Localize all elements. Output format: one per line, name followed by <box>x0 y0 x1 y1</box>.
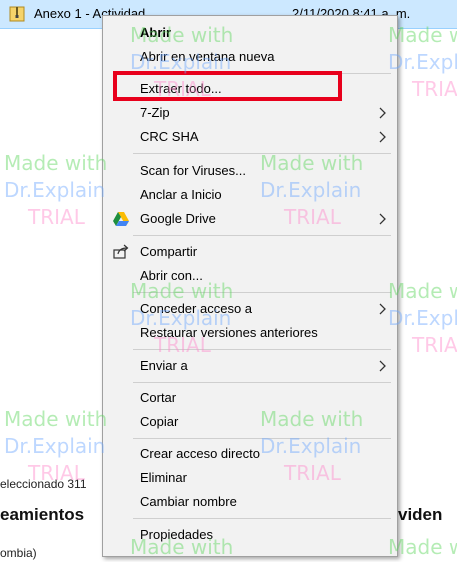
menu-separator <box>133 349 391 350</box>
menu-item-label: Propiedades <box>140 527 213 542</box>
menu-separator <box>133 292 391 293</box>
menu-item-label: Crear acceso directo <box>140 446 260 461</box>
menu-separator <box>133 153 391 154</box>
menu-item-properties[interactable]: Propiedades <box>103 523 397 547</box>
highlight-box <box>113 71 342 101</box>
watermark-line: Made with <box>4 407 108 431</box>
menu-item-delete[interactable]: Eliminar <box>103 466 397 490</box>
chevron-right-icon <box>379 213 386 225</box>
menu-item-label: 7-Zip <box>140 105 170 120</box>
menu-item-label: Abrir con... <box>140 268 203 283</box>
watermark-line: TRIAL <box>28 205 85 229</box>
status-selected-count: eleccionado 311 <box>0 477 87 491</box>
watermark-line: Dr.Explain <box>4 434 106 458</box>
menu-item-label: Cortar <box>140 390 177 405</box>
menu-separator <box>133 518 391 519</box>
menu-item-label: Copiar <box>140 414 179 429</box>
menu-item-label: Enviar a <box>140 358 188 373</box>
chevron-right-icon <box>379 131 386 143</box>
watermark: Made with Dr.Explain TRIAL <box>4 406 107 487</box>
menu-item-google-drive[interactable]: Google Drive <box>103 207 397 231</box>
menu-item-crc-sha[interactable]: CRC SHA <box>103 125 397 149</box>
menu-separator <box>133 235 391 236</box>
watermark: Made with Dr.Explain TRIAL <box>4 150 107 231</box>
watermark-line: Made with <box>4 151 108 175</box>
background-document-heading: eamientos <box>0 505 85 524</box>
menu-separator <box>133 438 391 439</box>
watermark: Made with <box>388 534 457 561</box>
menu-item-label: Restaurar versiones anteriores <box>140 325 318 340</box>
watermark-line: Made with <box>388 279 457 303</box>
watermark-line: TRIAL <box>412 333 457 357</box>
share-icon <box>113 244 129 259</box>
menu-item-label: Abrir en ventana nueva <box>140 49 275 64</box>
google-drive-icon <box>113 212 129 226</box>
menu-item-open-with[interactable]: Abrir con... <box>103 264 397 288</box>
menu-item-open[interactable]: Abrir <box>103 21 397 45</box>
menu-item-label: Scan for Viruses... <box>140 163 246 178</box>
menu-item-open-new-window[interactable]: Abrir en ventana nueva <box>103 45 397 69</box>
menu-separator <box>133 382 391 383</box>
watermark: Made with Dr.Explain TRIAL <box>388 278 457 359</box>
chevron-right-icon <box>379 303 386 315</box>
menu-item-label: Google Drive <box>140 211 216 226</box>
watermark-line: Dr.Explain <box>388 306 457 330</box>
watermark-line: Made with <box>388 535 457 559</box>
menu-item-cut[interactable]: Cortar <box>103 386 397 410</box>
zip-folder-icon <box>9 6 25 22</box>
menu-item-copy[interactable]: Copiar <box>103 410 397 434</box>
menu-item-create-shortcut[interactable]: Crear acceso directo <box>103 442 397 466</box>
menu-item-label: Abrir <box>140 25 172 40</box>
background-footer-text: ombia) <box>0 546 37 560</box>
menu-item-share[interactable]: Compartir <box>103 240 397 264</box>
watermark-line: Dr.Explain <box>388 50 457 74</box>
menu-item-label: CRC SHA <box>140 129 199 144</box>
menu-item-pin-start[interactable]: Anclar a Inicio <box>103 183 397 207</box>
watermark: Made with Dr.Explain TRIAL <box>388 22 457 103</box>
watermark-line: TRIAL <box>412 77 457 101</box>
menu-item-label: Eliminar <box>140 470 187 485</box>
watermark-line: Dr.Explain <box>4 178 106 202</box>
menu-item-send-to[interactable]: Enviar a <box>103 354 397 378</box>
menu-item-restore-versions[interactable]: Restaurar versiones anteriores <box>103 321 397 345</box>
menu-item-label: Cambiar nombre <box>140 494 237 509</box>
menu-item-7zip[interactable]: 7-Zip <box>103 101 397 125</box>
chevron-right-icon <box>379 360 386 372</box>
menu-item-scan-viruses[interactable]: Scan for Viruses... <box>103 159 397 183</box>
chevron-right-icon <box>379 107 386 119</box>
menu-item-grant-access[interactable]: Conceder acceso a <box>103 297 397 321</box>
menu-item-label: Anclar a Inicio <box>140 187 222 202</box>
menu-item-label: Compartir <box>140 244 198 259</box>
menu-item-label: Conceder acceso a <box>140 301 253 316</box>
background-document-heading-right: viden <box>398 505 443 524</box>
menu-item-rename[interactable]: Cambiar nombre <box>103 490 397 514</box>
